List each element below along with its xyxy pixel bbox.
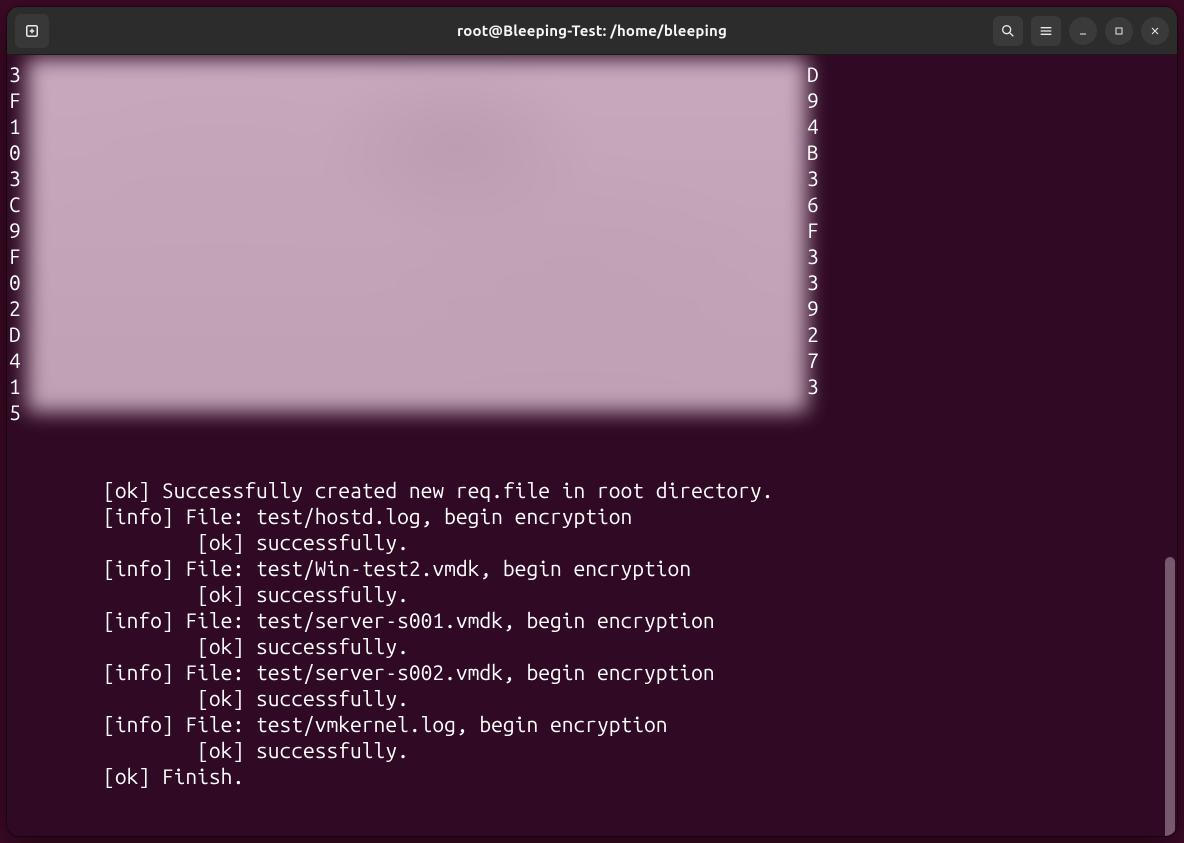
log-line: [ok] successfully. — [9, 685, 1175, 711]
log-line: [ok] successfully. — [9, 529, 1175, 555]
log-line: [ok] Successfully created new req.file i… — [9, 477, 1175, 503]
log-line: [info] File: test/Win-test2.vmdk, begin … — [9, 555, 1175, 581]
terminal-window: root@Bleeping-Test: /home/bleeping 3 F 1… — [7, 7, 1177, 836]
close-button[interactable] — [1141, 17, 1169, 45]
log-line: [info] File: test/hostd.log, begin encry… — [9, 503, 1175, 529]
log-line: [info] File: test/server-s001.vmdk, begi… — [9, 607, 1175, 633]
window-title: root@Bleeping-Test: /home/bleeping — [215, 22, 969, 39]
log-line: [ok] successfully. — [9, 737, 1175, 763]
new-tab-button[interactable] — [15, 14, 49, 48]
maximize-button[interactable] — [1105, 17, 1133, 45]
titlebar: root@Bleeping-Test: /home/bleeping — [7, 7, 1177, 55]
log-line: [info] File: test/vmkernel.log, begin en… — [9, 711, 1175, 737]
minimize-button[interactable] — [1069, 17, 1097, 45]
search-button[interactable] — [993, 16, 1023, 46]
log-line: [ok] successfully. — [9, 581, 1175, 607]
scrollbar-thumb[interactable] — [1165, 557, 1175, 836]
log-line: [ok] Finish. — [9, 763, 1175, 789]
log-line: [info] File: test/server-s002.vmdk, begi… — [9, 659, 1175, 685]
hex-column-left: 3 F 1 0 3 C 9 F 0 2 D 4 1 5 — [9, 61, 21, 425]
hex-column-right: D 9 4 B 3 6 F 3 3 9 2 7 3 — [807, 61, 819, 399]
redacted-hex-block — [27, 58, 807, 412]
log-line: [ok] successfully. — [9, 633, 1175, 659]
hamburger-menu-button[interactable] — [1031, 16, 1061, 46]
terminal-output: [ok] Successfully created new req.file i… — [9, 425, 1175, 836]
terminal-body[interactable]: 3 F 1 0 3 C 9 F 0 2 D 4 1 5 D 9 4 B 3 6 … — [7, 55, 1177, 836]
